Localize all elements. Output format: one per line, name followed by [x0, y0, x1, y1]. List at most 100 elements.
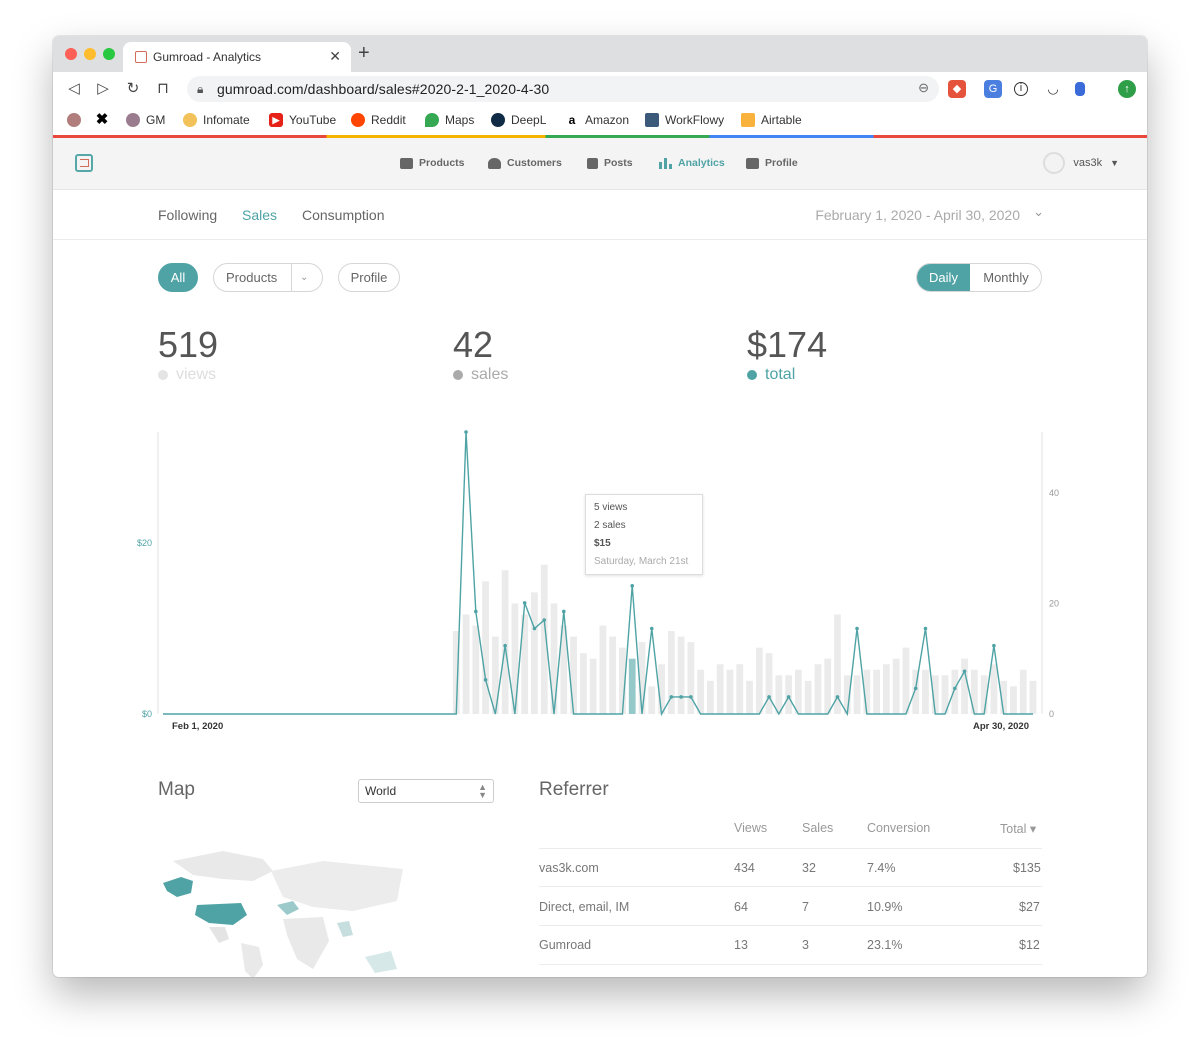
- total-point: [923, 626, 928, 631]
- views-bar: [922, 669, 929, 714]
- views-bar: [853, 675, 861, 714]
- referrer-total: $27: [1019, 900, 1040, 914]
- tooltip-views: 5 views: [594, 502, 628, 513]
- views-bar: [1010, 686, 1017, 714]
- select-arrows-icon: ▲ ▼: [478, 782, 487, 800]
- referrer-sales: 3: [802, 938, 809, 952]
- table-divider: [539, 964, 1042, 965]
- total-point: [992, 643, 996, 648]
- referrer-conversion: 7.4%: [867, 861, 896, 875]
- total-point: [962, 669, 967, 674]
- total-point: [669, 695, 674, 699]
- map-canada: [173, 851, 273, 881]
- map-alaska: [163, 877, 193, 897]
- map-europe: [277, 901, 299, 915]
- map-india: [337, 921, 353, 937]
- views-bar: [785, 675, 793, 714]
- total-point: [561, 609, 566, 614]
- views-bar: [990, 664, 998, 714]
- total-point: [767, 695, 771, 699]
- views-bar: [648, 686, 656, 714]
- views-bar: [628, 658, 636, 714]
- referrer-source: Direct, email, IM: [539, 900, 630, 914]
- referrer-conversion: 10.9%: [867, 900, 903, 914]
- views-bar: [589, 658, 597, 714]
- map-title: Map: [158, 779, 195, 800]
- views-bar: [775, 675, 783, 714]
- tooltip-sales: 2 sales: [594, 520, 626, 531]
- referrer-source: Gumroad: [539, 938, 592, 952]
- views-bar: [687, 642, 695, 714]
- table-divider: [539, 848, 1042, 849]
- views-bar: [501, 570, 509, 714]
- views-bar: [1019, 669, 1027, 714]
- total-point: [503, 643, 507, 648]
- views-bar: [736, 664, 744, 714]
- right-axis-tick-label: 20: [1049, 598, 1059, 608]
- total-point: [522, 601, 527, 605]
- map-africa: [283, 917, 329, 969]
- views-bar: [755, 647, 763, 714]
- views-bar: [804, 680, 812, 714]
- views-bar: [677, 636, 685, 714]
- column-header-sales[interactable]: Sales: [802, 821, 833, 835]
- referrer-title: Referrer: [539, 779, 609, 800]
- total-point: [855, 626, 859, 631]
- browser-window: Gumroad - Analytics ✕ + ◁ ▷ ↻ ⊓ 🔒︎ gumro…: [53, 36, 1147, 977]
- table-divider: [539, 886, 1042, 887]
- world-map[interactable]: [153, 831, 413, 977]
- views-bar: [961, 658, 968, 714]
- right-axis-tick-label: 0: [1049, 709, 1054, 719]
- total-point: [630, 584, 635, 588]
- views-bar: [892, 658, 900, 714]
- total-point: [679, 695, 683, 699]
- left-axis-tick-label: $20: [137, 538, 152, 548]
- referrer-views: 64: [734, 900, 748, 914]
- views-bar: [970, 669, 978, 714]
- table-divider: [539, 925, 1042, 926]
- views-bar: [599, 625, 607, 714]
- map-region-select[interactable]: World ▲ ▼: [358, 779, 494, 803]
- column-header-total[interactable]: Total ▾: [1000, 821, 1036, 836]
- views-bar: [726, 669, 734, 714]
- tooltip-date: Saturday, March 21st: [594, 556, 689, 567]
- map-usa: [195, 903, 247, 925]
- referrer-total: $135: [1013, 861, 1041, 875]
- views-bar: [462, 614, 470, 714]
- total-point: [835, 695, 840, 699]
- views-bar: [873, 669, 880, 714]
- referrer-sales: 32: [802, 861, 816, 875]
- views-bar: [707, 680, 714, 714]
- referrer-sales: 7: [802, 900, 809, 914]
- chart-tooltip: 5 views 2 sales $15 Saturday, March 21st: [585, 494, 703, 575]
- x-axis-end-label: Apr 30, 2020: [973, 721, 1029, 732]
- views-bar: [531, 592, 538, 714]
- views-bar: [795, 669, 802, 714]
- views-bar: [570, 636, 577, 714]
- tooltip-total: $15: [594, 538, 611, 549]
- map-australia: [365, 951, 397, 973]
- column-header-views[interactable]: Views: [734, 821, 767, 835]
- views-bar: [491, 636, 499, 714]
- views-bar: [579, 653, 587, 714]
- left-axis-tick-label: $0: [142, 709, 152, 719]
- views-bar: [746, 680, 753, 714]
- referrer-conversion: 23.1%: [867, 938, 903, 952]
- referrer-views: 13: [734, 938, 748, 952]
- views-bar: [1029, 680, 1037, 714]
- total-point: [952, 686, 957, 691]
- total-point: [532, 626, 537, 631]
- total-point: [464, 430, 468, 434]
- total-point: [649, 626, 654, 631]
- column-header-conversion[interactable]: Conversion: [867, 821, 930, 835]
- total-point: [689, 695, 693, 699]
- views-bar: [482, 581, 489, 714]
- map-region-value: World: [365, 784, 397, 798]
- views-bar: [882, 664, 890, 714]
- right-axis-tick-label: 40: [1049, 488, 1059, 498]
- total-point: [483, 678, 488, 682]
- views-bar: [951, 669, 959, 714]
- views-bar: [472, 625, 480, 714]
- views-bar: [902, 647, 910, 714]
- referrer-total: $12: [1019, 938, 1040, 952]
